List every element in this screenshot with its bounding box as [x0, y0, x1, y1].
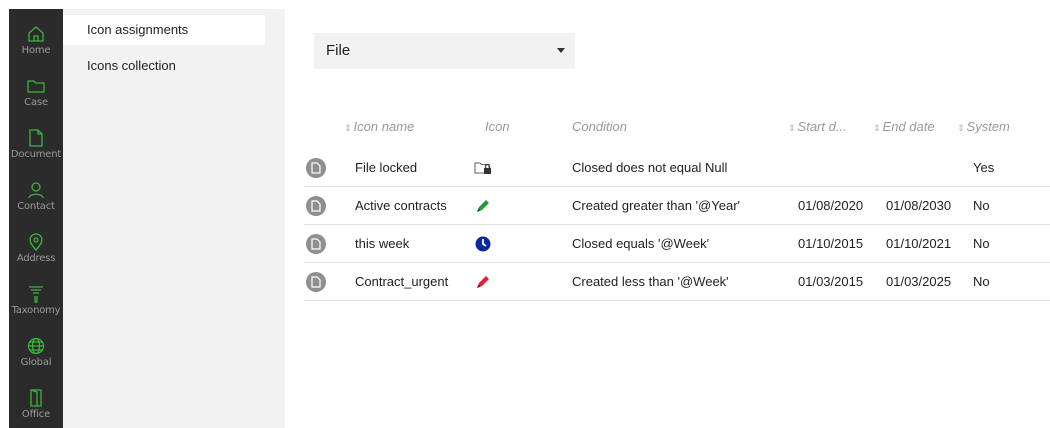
funnel-icon — [29, 286, 43, 303]
cell-system: Yes — [973, 160, 995, 175]
subnav-item-icons-collection[interactable]: Icons collection — [63, 51, 265, 81]
blue-clock-icon — [475, 236, 491, 252]
column-label: Condition — [572, 119, 627, 134]
rail-label: Global — [20, 357, 52, 368]
sort-icon: ⇕ — [957, 123, 965, 133]
rail-label: Document — [10, 149, 62, 160]
column-label: End date — [882, 119, 935, 134]
cell-icon-name: this week — [355, 236, 410, 251]
entity-type-dropdown[interactable]: File — [314, 33, 575, 69]
column-header-condition: Condition — [572, 119, 627, 134]
rail-item-home[interactable]: Home — [9, 17, 63, 69]
rail-label: Taxonomy — [11, 305, 61, 316]
rail-item-taxonomy[interactable]: Taxonomy — [9, 277, 63, 329]
rail-label: Address — [16, 253, 56, 264]
table-header: ⇕ Icon name Icon Condition ⇕ Start d... ⇕ E… — [304, 109, 1050, 149]
rail-label: Home — [21, 45, 51, 56]
table-row[interactable]: File locked Closed does not equal Null Y… — [304, 149, 1050, 187]
red-pen-icon — [477, 276, 489, 288]
cell-start-date: 01/03/2015 — [798, 274, 864, 289]
cell-system: No — [973, 198, 990, 213]
cell-condition: Closed does not equal Null — [572, 160, 728, 175]
row-document-icon[interactable] — [306, 272, 326, 292]
sort-icon: ⇕ — [873, 123, 881, 133]
cell-end-date: 01/08/2030 — [886, 198, 952, 213]
table-row[interactable]: Contract_urgent Created less than '@Week… — [304, 263, 1050, 301]
settings-subnav: Icon assignments Icons collection — [63, 9, 285, 428]
sort-icon: ⇕ — [788, 123, 796, 133]
column-header-icon-name[interactable]: ⇕ Icon name — [344, 119, 414, 134]
rail-label: Office — [21, 409, 51, 420]
main-content: File ⇕ Icon name Icon Condition ⇕ Start d.… — [285, 9, 1050, 428]
cell-icon-name: File locked — [355, 160, 418, 175]
rail-item-case[interactable]: Case — [9, 69, 63, 121]
cell-condition: Created less than '@Week' — [572, 274, 729, 289]
rail-item-address[interactable]: Address — [9, 225, 63, 277]
cell-end-date: 01/03/2025 — [886, 274, 952, 289]
dropdown-value: File — [326, 42, 351, 59]
rail-item-global[interactable]: Global — [9, 329, 63, 381]
column-header-icon: Icon — [485, 119, 510, 134]
rail-label: Case — [24, 97, 48, 108]
home-icon — [28, 26, 44, 42]
column-label: System — [966, 119, 1010, 134]
rail-item-contact[interactable]: Contact — [9, 173, 63, 225]
cell-icon-name: Active contracts — [355, 198, 447, 213]
person-icon — [28, 182, 44, 199]
rail-item-office[interactable]: Office — [9, 381, 63, 428]
table-row[interactable]: Active contracts Created greater than '@… — [304, 187, 1050, 225]
table-row[interactable]: this week Closed equals '@Week' 01/10/20… — [304, 225, 1050, 263]
rail-item-document[interactable]: Document — [9, 121, 63, 173]
row-document-icon[interactable] — [306, 158, 326, 178]
folder-lock-icon — [474, 162, 491, 174]
globe-icon — [27, 337, 45, 355]
subnav-item-icon-assignments[interactable]: Icon assignments — [63, 15, 265, 45]
door-icon — [30, 389, 42, 407]
cell-condition: Closed equals '@Week' — [572, 236, 710, 251]
column-header-end-date[interactable]: ⇕ End date — [873, 119, 935, 134]
green-pen-icon — [477, 200, 489, 212]
row-document-icon[interactable] — [306, 196, 326, 216]
cell-start-date: 01/10/2015 — [798, 236, 864, 251]
left-rail: Home Case Document Contact Address Taxon… — [9, 9, 63, 428]
column-label: Start d... — [797, 119, 847, 134]
cell-icon-name: Contract_urgent — [355, 274, 449, 289]
cell-condition: Created greater than '@Year' — [572, 198, 741, 213]
column-header-start-date[interactable]: ⇕ Start d... — [788, 119, 847, 134]
caret-down-icon — [557, 48, 565, 53]
row-document-icon[interactable] — [306, 234, 326, 254]
icon-assignments-table: ⇕ Icon name Icon Condition ⇕ Start d... ⇕ E… — [304, 109, 1050, 301]
location-pin-icon — [29, 233, 43, 251]
column-header-system[interactable]: ⇕ System — [957, 119, 1010, 134]
sort-icon: ⇕ — [344, 123, 352, 133]
cell-system: No — [973, 274, 990, 289]
cell-system: No — [973, 236, 990, 251]
folder-icon — [27, 80, 45, 93]
document-icon — [29, 129, 43, 147]
rail-label: Contact — [17, 201, 55, 212]
app-window: Home Case Document Contact Address Taxon… — [0, 0, 1050, 428]
column-label: Icon name — [353, 119, 415, 134]
cell-start-date: 01/08/2020 — [798, 198, 864, 213]
cell-end-date: 01/10/2021 — [886, 236, 952, 251]
column-label: Icon — [485, 119, 510, 134]
